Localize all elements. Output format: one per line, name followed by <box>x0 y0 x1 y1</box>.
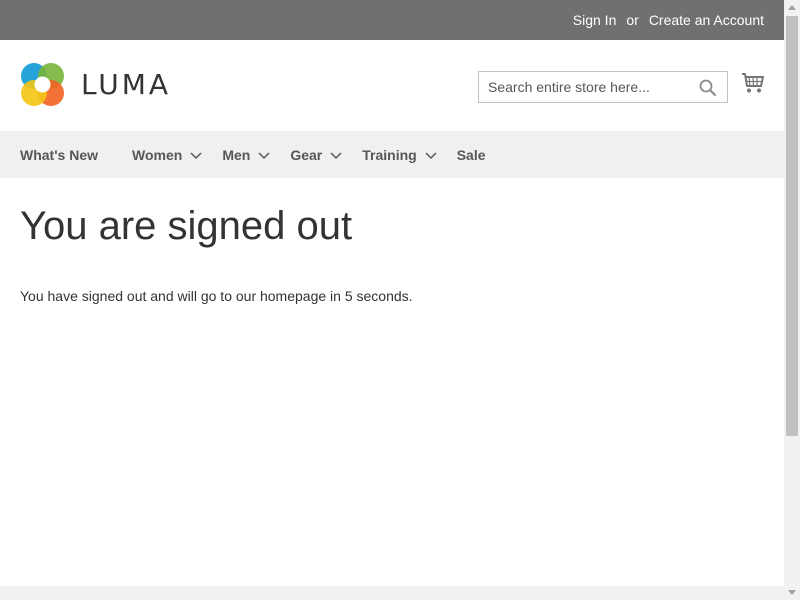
top-panel: Sign In or Create an Account <box>0 0 784 40</box>
nav-item-women[interactable]: Women <box>132 147 202 163</box>
page-title: You are signed out <box>20 204 353 248</box>
nav-item-gear[interactable]: Gear <box>290 147 342 163</box>
link-separator: or <box>626 12 639 28</box>
nav-item-label: Training <box>362 146 417 163</box>
nav-item-label: Women <box>132 146 183 163</box>
nav-item-label: Gear <box>290 146 323 163</box>
logo[interactable]: LUMA <box>20 62 171 107</box>
scroll-down-arrow-icon[interactable] <box>784 584 800 600</box>
scrollbar-thumb[interactable] <box>786 16 798 436</box>
create-account-link[interactable]: Create an Account <box>649 12 764 28</box>
cart-icon[interactable] <box>741 72 765 99</box>
nav-item-men[interactable]: Men <box>222 147 270 163</box>
sign-in-link[interactable]: Sign In <box>573 12 617 28</box>
nav-item-label: Men <box>222 146 251 163</box>
nav-item-training[interactable]: Training <box>362 146 437 163</box>
luma-logo-icon <box>20 62 65 107</box>
scroll-up-arrow-icon[interactable] <box>784 0 800 16</box>
chevron-down-icon <box>190 147 202 163</box>
nav-item-sale[interactable]: Sale <box>457 147 486 163</box>
logo-text: LUMA <box>81 67 172 101</box>
main-navigation: What's New Women Men Gear Training Sale <box>0 131 784 178</box>
nav-item-label: Sale <box>456 146 486 163</box>
search-icon[interactable] <box>699 79 717 102</box>
chevron-down-icon <box>258 147 270 163</box>
nav-item-whats-new[interactable]: What's New <box>20 147 98 163</box>
chevron-down-icon <box>330 147 342 163</box>
browser-viewport: Sign In or Create an Account LUMA Search… <box>0 0 784 600</box>
signout-message: You have signed out and will go to our h… <box>20 288 413 304</box>
search-input[interactable] <box>479 73 696 101</box>
horizontal-scrollbar-track <box>0 586 784 600</box>
search-box <box>478 71 728 103</box>
nav-item-label: What's New <box>20 146 99 163</box>
main-content: You are signed out You have signed out a… <box>0 202 784 304</box>
vertical-scrollbar[interactable] <box>784 0 800 600</box>
header: LUMA <box>0 40 784 131</box>
chevron-down-icon <box>425 147 437 163</box>
